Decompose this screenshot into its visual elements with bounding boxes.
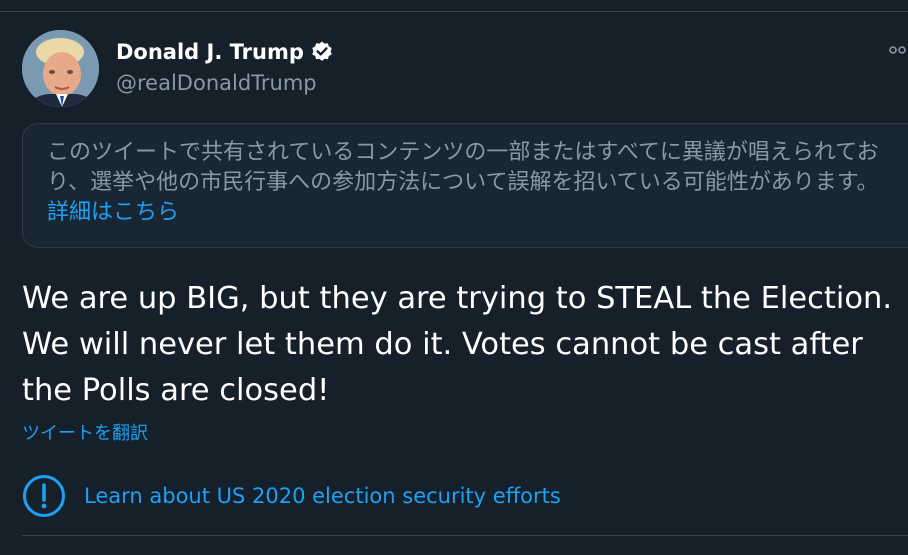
election-info-label[interactable]: Learn about US 2020 election security ef… [84, 482, 561, 510]
author-handle[interactable]: @realDonaldTrump [116, 69, 317, 97]
tweet-detail-page: Donald J. Trump @realDonaldTrump このツイートで… [0, 0, 908, 555]
author-name[interactable]: Donald J. Trump [116, 38, 304, 66]
alert-circle-icon [23, 475, 65, 517]
election-info-link[interactable]: Learn about US 2020 election security ef… [22, 472, 561, 520]
translate-tweet-link[interactable]: ツイートを翻訳 [22, 421, 148, 447]
misleading-notice: このツイートで共有されているコンテンツの一部またはすべてに異議が唱えられており、… [22, 123, 908, 248]
verified-badge-icon [312, 41, 332, 61]
more-icon[interactable] [888, 44, 908, 56]
avatar[interactable] [22, 30, 99, 107]
avatar-image [22, 30, 99, 107]
tweet-text: We are up BIG, but they are trying to ST… [22, 281, 893, 408]
notice-body: このツイートで共有されているコンテンツの一部またはすべてに異議が唱えられており、… [47, 140, 879, 195]
author-name-row[interactable]: Donald J. Trump [116, 38, 334, 66]
learn-more-link[interactable]: 詳細はこちら [47, 200, 179, 225]
notice-text: このツイートで共有されているコンテンツの一部またはすべてに異議が唱えられており、… [47, 138, 887, 228]
top-divider [0, 11, 908, 12]
bottom-divider [22, 535, 908, 536]
